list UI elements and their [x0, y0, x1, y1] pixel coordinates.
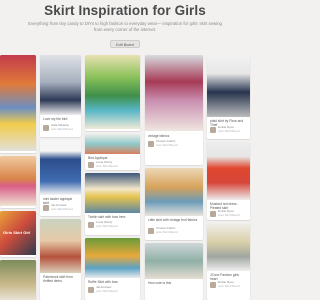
- pin-image[interactable]: [145, 55, 203, 131]
- board-name[interactable]: onto Skirt Board: [218, 284, 240, 289]
- pinner-avatar[interactable]: [210, 281, 216, 288]
- board-name[interactable]: onto Skirt Board: [51, 207, 73, 212]
- pin-image[interactable]: [207, 55, 250, 117]
- pin-image[interactable]: [85, 173, 140, 213]
- board-name[interactable]: onto Skirt Board: [218, 129, 240, 134]
- pin-card[interactable]: vintage fabrics Chosen Fabric onto Skirt…: [145, 55, 203, 165]
- edit-board-button[interactable]: Edit Board: [110, 40, 140, 48]
- pin-image[interactable]: [207, 223, 250, 271]
- pin-description: Patchwork skirt from thrifted items: [43, 275, 73, 283]
- pin-image[interactable]: [207, 142, 250, 200]
- pinner-info[interactable]: Gala Mikasta onto Skirt Board: [43, 123, 78, 132]
- pinner-avatar[interactable]: [43, 124, 49, 131]
- pinner-avatar[interactable]: [148, 140, 154, 147]
- pin-card[interactable]: Girls Skirt Girl: [0, 211, 36, 257]
- pinner-info[interactable]: Emilie Ryou onto Skirt Board: [210, 209, 247, 218]
- pinner-info[interactable]: Chosen Fabric onto Skirt Board: [148, 226, 200, 235]
- pin-card[interactable]: JCrew Fashion girls heart Emilie Ryou on…: [207, 223, 250, 300]
- pin-description: Twirlin skirt with bow hem: [88, 215, 126, 219]
- pin-image[interactable]: [0, 156, 36, 206]
- pinner-avatar[interactable]: [88, 161, 94, 168]
- pin-image[interactable]: [145, 243, 203, 279]
- pin-description: Little skirt with vintage fruit fabrics: [148, 218, 198, 222]
- pin-card[interactable]: Bird Applique Lucia Wonly onto Skirt Boa…: [85, 134, 140, 170]
- pinner-avatar[interactable]: [43, 204, 49, 211]
- board-name[interactable]: onto Skirt Board: [156, 230, 178, 235]
- pin-card[interactable]: Twirlin skirt with bow hem Lucia Wonly o…: [85, 173, 140, 235]
- pin-image[interactable]: [85, 238, 140, 278]
- board-title: Skirt Inspiration for Girls: [44, 3, 206, 18]
- pinner-info[interactable]: Emilie Ryou onto Skirt Board: [210, 280, 247, 289]
- pinner-info[interactable]: Chosen Fabric onto Skirt Board: [148, 139, 200, 148]
- pin-description: Ruffle Skirt with bow: [88, 280, 118, 284]
- pinner-avatar[interactable]: [210, 210, 216, 217]
- pin-description: vintage fabrics: [148, 134, 170, 138]
- board-name[interactable]: onto Skirt Board: [96, 164, 118, 169]
- pinner-info[interactable]: Lucia Wonly onto Skirt Board: [88, 160, 137, 169]
- pin-image[interactable]: [40, 55, 81, 115]
- pin-card[interactable]: plaid skirt by Fleur and Thief Emilie Ry…: [207, 55, 250, 139]
- board-description: Everything from tiny candy to DIYs to hi…: [28, 21, 222, 32]
- pin-card[interactable]: [0, 156, 36, 208]
- pinner-info[interactable]: Emilie Ryou onto Skirt Board: [210, 125, 247, 134]
- board-name[interactable]: onto Skirt Board: [156, 143, 178, 148]
- pin-description: Girls Skirt Girl: [3, 230, 31, 235]
- pinner-info[interactable]: Jai Andreez onto Skirt Board: [43, 203, 78, 212]
- pin-image[interactable]: [0, 260, 36, 300]
- pinner-info[interactable]: Jai Andreez onto Skirt Board: [88, 285, 137, 294]
- pinner-avatar[interactable]: [88, 221, 94, 228]
- pin-card[interactable]: Love my fire bird Gala Mikasta onto Skir…: [40, 55, 81, 137]
- pin-card[interactable]: [85, 55, 140, 131]
- pin-image[interactable]: [40, 219, 81, 273]
- pin-image[interactable]: [40, 140, 81, 195]
- pin-card[interactable]: Patchwork skirt from thrifted items: [40, 219, 81, 300]
- pin-description: Love my fire bird: [43, 117, 68, 121]
- pin-card[interactable]: How cute is this: [145, 243, 203, 300]
- pin-description: How cute is this: [148, 281, 172, 285]
- pin-image[interactable]: [85, 55, 140, 129]
- pinner-avatar[interactable]: [210, 126, 216, 133]
- board-name[interactable]: onto Skirt Board: [96, 224, 118, 229]
- pin-image[interactable]: [85, 134, 140, 154]
- pinner-avatar[interactable]: [88, 286, 94, 293]
- pin-card[interactable]: Mustard red dress - Pleated skirt Emilie…: [207, 142, 250, 220]
- pin-card[interactable]: [0, 260, 36, 300]
- pin-image[interactable]: [0, 55, 36, 151]
- pinner-avatar[interactable]: [148, 227, 154, 234]
- pin-card[interactable]: Little skirt with vintage fruit fabrics …: [145, 168, 203, 240]
- pin-card[interactable]: Ruffle Skirt with bow Jai Andreez onto S…: [85, 238, 140, 300]
- board-name[interactable]: onto Skirt Board: [51, 127, 73, 132]
- board-name[interactable]: onto Skirt Board: [218, 213, 240, 218]
- pinner-info[interactable]: Lucia Wonly onto Skirt Board: [88, 220, 137, 229]
- board-name[interactable]: onto Skirt Board: [96, 289, 118, 294]
- board-header: Skirt Inspiration for Girls Everything f…: [0, 0, 250, 52]
- pin-image[interactable]: [145, 168, 203, 216]
- pin-card[interactable]: mini skater applique skirt Jai Andreez o…: [40, 140, 81, 216]
- pin-card[interactable]: [0, 55, 36, 153]
